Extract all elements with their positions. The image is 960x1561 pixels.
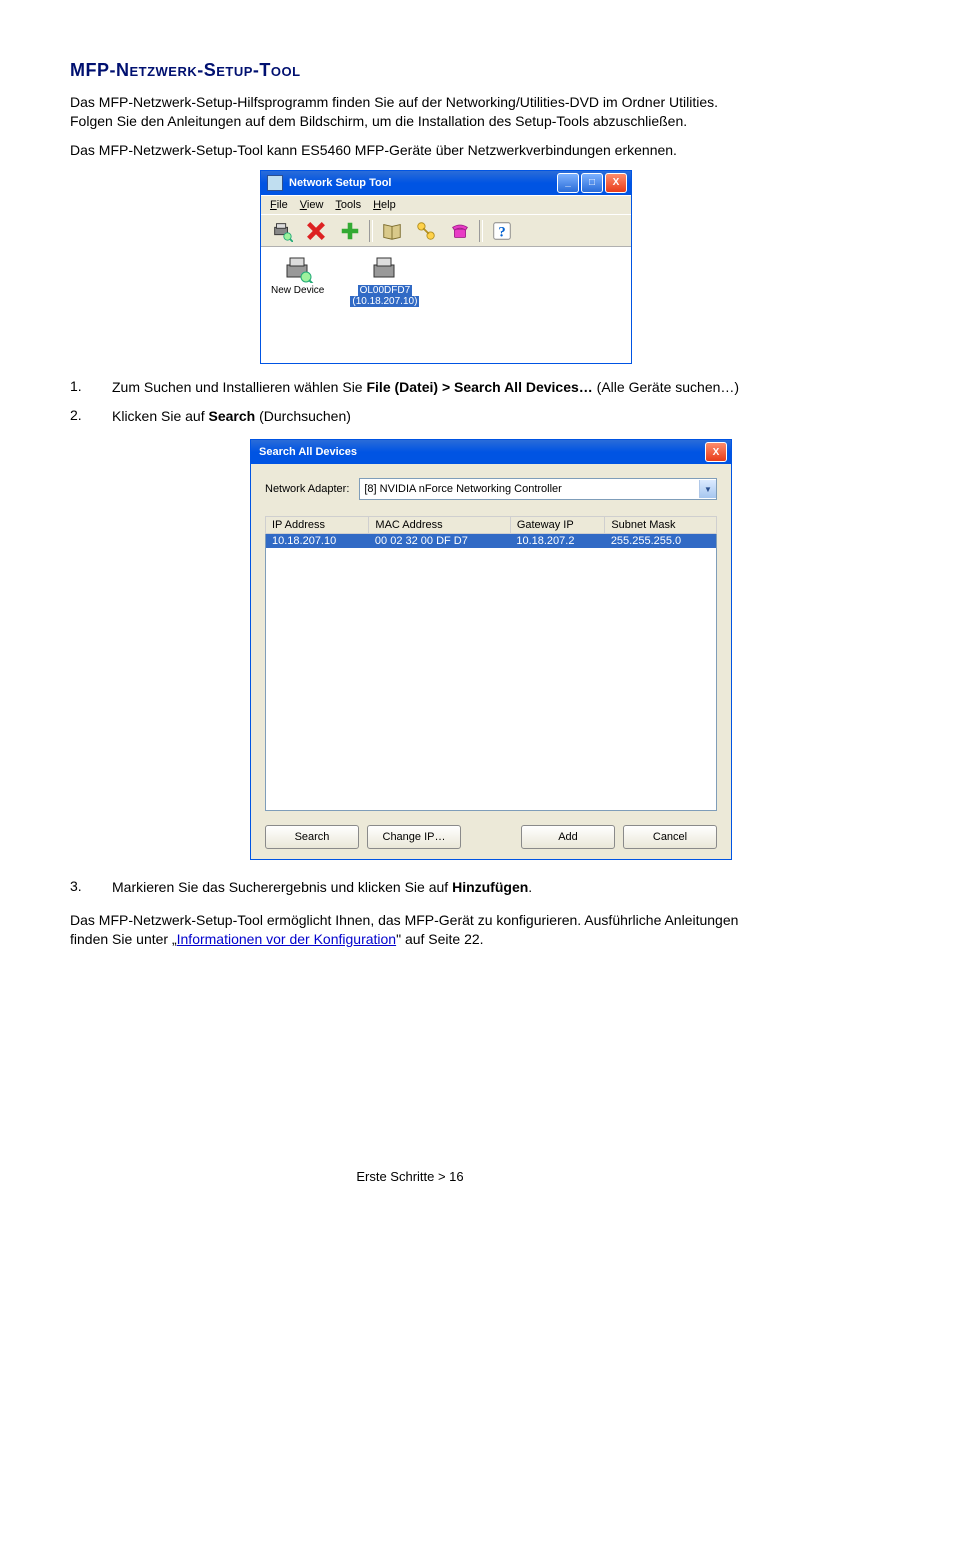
window-titlebar: Search All Devices X [251,440,731,464]
menu-tools[interactable]: Tools [330,198,366,212]
menu-view[interactable]: View [295,198,329,212]
change-ip-button[interactable]: Change IP… [367,825,461,849]
spacer [469,825,513,849]
device-ip: (10.18.207.10) [350,296,419,307]
outro-para: Das MFP-Netzwerk-Setup-Tool ermöglicht I… [70,911,750,949]
device-label: New Device [271,285,324,296]
cable-icon[interactable] [411,218,441,244]
window-title: Search All Devices [259,446,703,458]
svg-text:?: ? [498,224,505,240]
menu-bar: FFileile View Tools Help [261,195,631,214]
intro-para-2: Das MFP-Netzwerk-Setup-Tool kann ES5460 … [70,141,750,160]
adapter-value: [8] NVIDIA nForce Networking Controller [364,483,561,495]
cancel-button[interactable]: Cancel [623,825,717,849]
cell-ip: 10.18.207.10 [266,534,369,549]
search-button[interactable]: Search [265,825,359,849]
close-button[interactable]: X [705,442,727,462]
delete-icon[interactable] [301,218,331,244]
adapter-row: Network Adapter: [8] NVIDIA nForce Netwo… [265,478,717,500]
chevron-down-icon: ▼ [699,480,716,498]
step-1: 1. Zum Suchen und Installieren wählen Si… [70,378,750,397]
window-titlebar: Network Setup Tool _ □ X [261,171,631,195]
close-button[interactable]: X [605,173,627,193]
app-icon [267,175,283,191]
step-text: Markieren Sie das Sucherergebnis und kli… [112,879,452,895]
cell-mask: 255.255.255.0 [605,534,717,549]
intro-para-1: Das MFP-Netzwerk-Setup-Hilfsprogramm fin… [70,93,750,131]
step-bold: Search [209,408,256,424]
printer-search-icon[interactable] [267,218,297,244]
menu-file[interactable]: FFileile [265,198,293,212]
device-discovered-selected[interactable]: OL00DFD7 (10.18.207.10) [350,255,419,307]
help-icon[interactable]: ? [487,218,517,244]
col-gw[interactable]: Gateway IP [510,517,604,534]
printer-icon [282,255,314,283]
device-list-area: New Device OL00DFD7 (10.18.207.10) [261,247,631,363]
step-number: 1. [70,378,112,397]
screenshot-network-setup-tool: Network Setup Tool _ □ X FFileile View T… [260,170,632,364]
step-bold: Hinzufügen [452,879,528,895]
phone-icon[interactable] [445,218,475,244]
device-new[interactable]: New Device [271,255,324,296]
minimize-button[interactable]: _ [557,173,579,193]
window-title: Network Setup Tool [289,177,555,189]
adapter-dropdown[interactable]: [8] NVIDIA nForce Networking Controller … [359,478,717,500]
step-text: Zum Suchen und Installieren wählen Sie [112,379,366,395]
step-text: . [528,879,532,895]
step-text: Klicken Sie auf [112,408,209,424]
add-button[interactable]: Add [521,825,615,849]
printer-icon [369,255,401,283]
result-row-selected[interactable]: 10.18.207.10 00 02 32 00 DF D7 10.18.207… [266,534,717,549]
cell-mac: 00 02 32 00 DF D7 [369,534,510,549]
col-ip[interactable]: IP Address [266,517,369,534]
outro-link[interactable]: Informationen vor der Konfiguration [177,931,396,947]
separator [479,220,483,242]
step-2: 2. Klicken Sie auf Search (Durchsuchen) [70,407,750,426]
maximize-button[interactable]: □ [581,173,603,193]
menu-help[interactable]: Help [368,198,401,212]
step-number: 2. [70,407,112,426]
button-row: Search Change IP… Add Cancel [265,825,717,849]
toolbar: ? [261,214,631,247]
col-mask[interactable]: Subnet Mask [605,517,717,534]
results-table: IP Address MAC Address Gateway IP Subnet… [265,516,717,811]
add-icon[interactable] [335,218,365,244]
screenshot-search-all-devices: Search All Devices X Network Adapter: [8… [250,439,732,860]
step-text: (Durchsuchen) [255,408,351,424]
empty-area [266,548,717,811]
separator [369,220,373,242]
step-text: (Alle Geräte suchen…) [593,379,739,395]
page-heading: MFP-Netzwerk-Setup-Tool [70,60,750,81]
adapter-label: Network Adapter: [265,483,349,495]
step-number: 3. [70,878,112,897]
ordered-list: 1. Zum Suchen und Installieren wählen Si… [70,378,750,426]
cell-gw: 10.18.207.2 [510,534,604,549]
page-footer: Erste Schritte > 16 [70,1169,750,1184]
book-icon[interactable] [377,218,407,244]
device-label: OL00DFD7 [358,285,413,296]
col-mac[interactable]: MAC Address [369,517,510,534]
step-bold: File (Datei) > Search All Devices… [366,379,592,395]
outro-text: " auf Seite 22. [396,931,483,947]
step-3: 3. Markieren Sie das Sucherergebnis und … [70,878,750,897]
ordered-list: 3. Markieren Sie das Sucherergebnis und … [70,878,750,897]
